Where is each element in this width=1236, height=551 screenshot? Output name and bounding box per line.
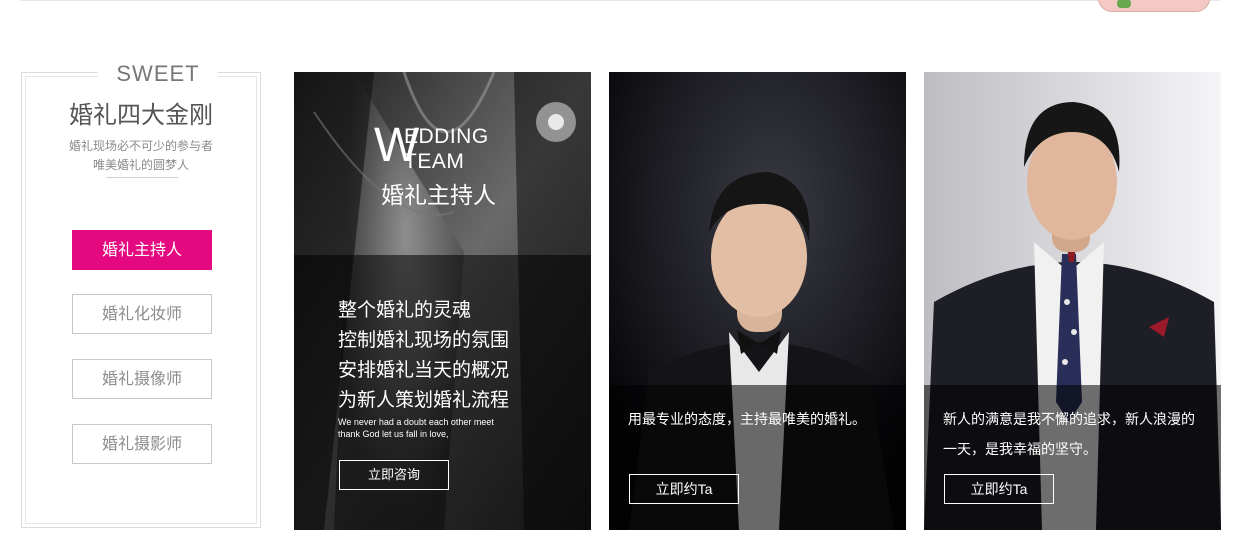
menu-item-makeup[interactable]: 婚礼化妆师	[72, 294, 212, 334]
card-title: 婚礼主持人	[381, 182, 496, 208]
menu-subtitle: 婚礼现场必不可少的参与者	[68, 139, 213, 153]
menu-title: 婚礼四大金刚	[69, 102, 213, 129]
english-tagline: We never had a doubt each other meet	[338, 417, 494, 427]
menu-sweet-label: SWEET	[98, 61, 218, 87]
category-menu: SWEET 婚礼四大金刚 婚礼现场必不可少的参与者 唯美婚礼的圆梦人 婚礼主持人…	[21, 61, 261, 528]
slogan-line: 为新人策划婚礼流程	[338, 390, 510, 411]
intro-card: W EDDING TEAM 婚礼主持人 整个婚礼的灵魂 控制婚礼现场的氛围 安排…	[294, 72, 591, 530]
slogan-line: 安排婚礼当天的概况	[338, 360, 510, 381]
consult-button[interactable]: 立即咨询	[339, 460, 449, 490]
book-button[interactable]: 立即约Ta	[629, 474, 739, 504]
heading-line: TEAM	[404, 150, 465, 173]
book-button[interactable]: 立即约Ta	[944, 474, 1054, 504]
menu-item-host[interactable]: 婚礼主持人	[72, 230, 212, 270]
top-divider	[20, 0, 1220, 1]
host-description: 用最专业的态度，主持最唯美的婚礼。	[628, 411, 866, 427]
heading-line: EDDING	[404, 125, 489, 148]
host-card: 用最专业的态度，主持最唯美的婚礼。 立即约Ta	[609, 72, 906, 530]
host-description: 新人的满意是我不懈的追求，新人浪漫的一天，是我幸福的坚守。	[943, 411, 1195, 457]
menu-item-videographer[interactable]: 婚礼摄像师	[72, 359, 212, 399]
slogan-line: 整个婚礼的灵魂	[338, 300, 472, 321]
menu-subtitle: 唯美婚礼的圆梦人	[92, 158, 189, 172]
host-card: 新人的满意是我不懈的追求，新人浪漫的一天，是我幸福的坚守。 立即约Ta	[924, 72, 1221, 530]
menu-item-photographer[interactable]: 婚礼摄影师	[72, 424, 212, 464]
slogan-line: 控制婚礼现场的氛围	[338, 330, 510, 351]
floating-badge[interactable]	[1098, 0, 1210, 12]
english-tagline: thank God let us fall in love,	[338, 429, 449, 439]
menu-divider	[106, 177, 178, 178]
